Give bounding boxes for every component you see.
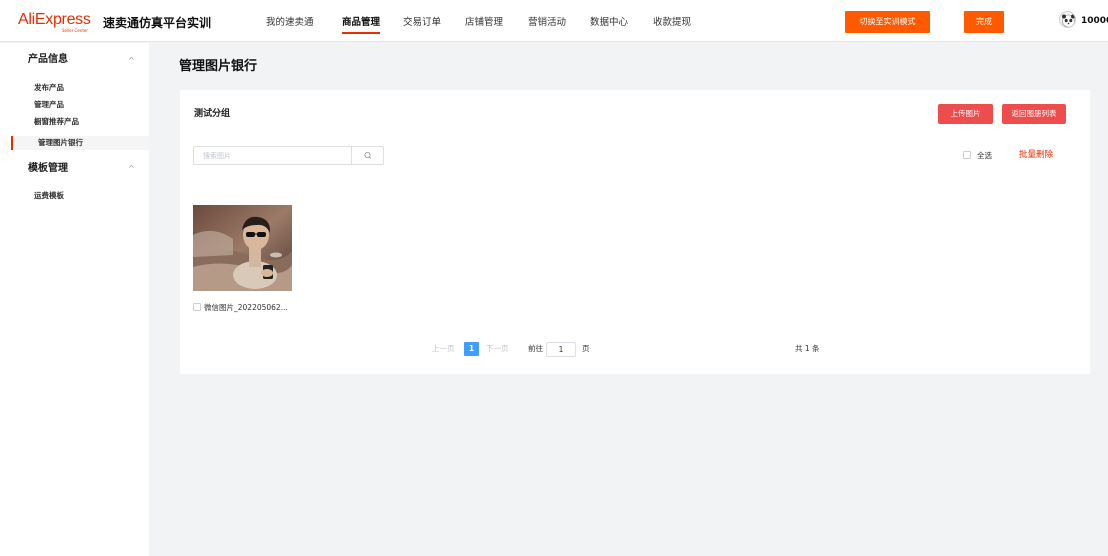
image-thumbnail[interactable] xyxy=(193,205,292,291)
goto-label: 前往 xyxy=(528,344,543,353)
back-to-album-list-button[interactable]: 返回图册列表 xyxy=(1002,104,1066,124)
next-page-button[interactable]: 下一页 xyxy=(486,344,509,354)
avatar[interactable] xyxy=(1059,11,1076,28)
batch-delete-link[interactable]: 批量删除 xyxy=(1019,150,1053,160)
nav-item-marketing[interactable]: 营销活动 xyxy=(528,17,566,29)
search-box xyxy=(193,146,384,165)
image-filename: 微信图片_202205062... xyxy=(204,303,288,312)
nav-item-product-management[interactable]: 商品管理 xyxy=(342,17,381,34)
sidebar-item-manage-products[interactable]: 管理产品 xyxy=(34,100,64,110)
page-number-current[interactable]: 1 xyxy=(464,342,479,356)
nav-active-underline xyxy=(342,32,381,34)
sidebar-item-image-bank[interactable]: 管理图片银行 xyxy=(38,138,83,148)
app-title: 速卖通仿真平台实训 xyxy=(103,16,212,30)
prev-page-button[interactable]: 上一页 xyxy=(432,344,455,354)
upload-image-button[interactable]: 上传图片 xyxy=(938,104,993,124)
switch-mode-button[interactable]: 切换至实训模式 xyxy=(845,11,930,33)
sidebar-item-publish-product[interactable]: 发布产品 xyxy=(34,83,64,93)
nav-item-my-aliexpress[interactable]: 我的速卖通 xyxy=(266,17,314,29)
page-title: 管理图片银行 xyxy=(179,59,258,74)
aliexpress-logo[interactable]: AliExpress Seller Center xyxy=(18,11,91,34)
sidebar-active-indicator xyxy=(11,136,13,150)
sidebar: 产品信息 ^ 发布产品 管理产品 橱窗推荐产品 管理图片银行 模板管理 ^ 运费… xyxy=(0,43,149,556)
sidebar-group-templates[interactable]: 模板管理 xyxy=(28,163,68,175)
page-unit-label: 页 xyxy=(582,344,590,353)
top-header: AliExpress Seller Center 速卖通仿真平台实训 我的速卖通… xyxy=(0,0,1108,42)
total-count: 共 1 条 xyxy=(795,344,820,353)
sidebar-item-shipping-template[interactable]: 运费模板 xyxy=(34,191,64,201)
search-button[interactable] xyxy=(351,147,383,164)
nav-item-payout[interactable]: 收款提现 xyxy=(653,17,691,29)
photo-image xyxy=(193,205,292,291)
image-bank-panel: 测试分组 上传图片 返回图册列表 全选 批量删除 xyxy=(180,90,1090,374)
logo-text: AliExpress xyxy=(18,11,91,28)
nav-item-store-management[interactable]: 店铺管理 xyxy=(465,17,503,29)
panda-avatar-icon xyxy=(1062,14,1075,27)
sidebar-group-product-info[interactable]: 产品信息 xyxy=(28,54,68,66)
nav-item-data-center[interactable]: 数据中心 xyxy=(590,17,628,29)
goto-page-input[interactable]: 1 xyxy=(546,342,576,357)
collapse-caret-icon[interactable]: ^ xyxy=(128,164,135,174)
group-title: 测试分组 xyxy=(194,109,231,119)
nav-item-orders[interactable]: 交易订单 xyxy=(403,17,441,29)
collapse-caret-icon[interactable]: ^ xyxy=(128,56,135,66)
search-icon xyxy=(364,152,372,159)
select-all-checkbox[interactable] xyxy=(963,151,971,159)
search-input[interactable] xyxy=(194,147,351,164)
select-all-label: 全选 xyxy=(977,151,992,160)
done-button[interactable]: 完成 xyxy=(964,11,1004,33)
nav-item-label: 商品管理 xyxy=(342,17,381,28)
user-id[interactable]: 10000 xyxy=(1081,16,1108,27)
sidebar-item-showcase-products[interactable]: 橱窗推荐产品 xyxy=(34,117,79,127)
logo-subtext: Seller Center xyxy=(61,28,88,33)
image-select-checkbox[interactable] xyxy=(193,303,201,311)
